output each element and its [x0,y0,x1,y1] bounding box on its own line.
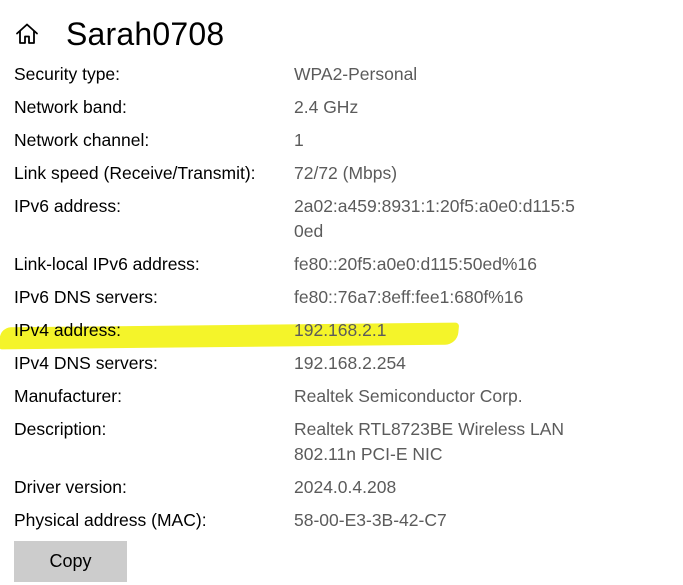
property-label: Network band: [14,97,127,117]
property-value: WPA2-Personal [294,64,418,84]
property-label: Driver version: [14,477,127,497]
property-label: Manufacturer: [14,386,122,406]
property-value: 72/72 (Mbps) [294,163,398,183]
property-value: 192.168.2.1 [294,320,387,340]
network-properties-list: Security type: WPA2-Personal Network ban… [0,62,674,541]
property-row-network-channel: Network channel: 1 [14,128,674,161]
property-label: Link speed (Receive/Transmit): [14,163,256,183]
property-value: 58-00-E3-3B-42-C7 [294,510,447,530]
property-label: Security type: [14,64,121,84]
property-row-description: Description: Realtek RTL8723BE Wireless … [14,417,674,475]
property-row-network-band: Network band: 2.4 GHz [14,95,674,128]
property-label: IPv4 address: [14,320,121,340]
property-row-ipv6-address: IPv6 address: 2a02:a459:8931:1:20f5:a0e0… [14,194,674,252]
property-row-ipv4-address: IPv4 address: 192.168.2.1 [0,318,674,351]
property-value: 2.4 GHz [294,97,359,117]
property-value: 192.168.2.254 [294,353,406,373]
property-value: Realtek Semiconductor Corp. [294,386,523,406]
property-label: IPv6 address: [14,196,121,216]
property-row-security-type: Security type: WPA2-Personal [14,62,674,95]
property-label: Link-local IPv6 address: [14,254,200,274]
property-value: 2a02:a459:8931:1:20f5:a0e0:d115:50ed [294,196,575,241]
property-value: fe80::20f5:a0e0:d115:50ed%16 [294,254,537,274]
property-label: IPv6 DNS servers: [14,287,158,307]
property-value: Realtek RTL8723BE Wireless LAN 802.11n P… [294,419,565,464]
property-row-ipv6-dns: IPv6 DNS servers: fe80::76a7:8eff:fee1:6… [14,285,674,318]
header: Sarah0708 [14,14,224,54]
property-row-manufacturer: Manufacturer: Realtek Semiconductor Corp… [14,384,674,417]
property-value: 2024.0.4.208 [294,477,397,497]
home-icon[interactable] [14,21,40,47]
property-row-driver-version: Driver version: 2024.0.4.208 [14,475,674,508]
page-title: Sarah0708 [66,16,225,52]
property-row-link-local-ipv6: Link-local IPv6 address: fe80::20f5:a0e0… [14,252,674,285]
property-value: 1 [294,130,304,150]
property-row-mac-address: Physical address (MAC): 58-00-E3-3B-42-C… [14,508,674,541]
copy-button[interactable]: Copy [14,541,127,582]
property-label: IPv4 DNS servers: [14,353,158,373]
property-label: Physical address (MAC): [14,510,207,530]
property-row-ipv4-dns: IPv4 DNS servers: 192.168.2.254 [14,351,674,384]
property-label: Description: [14,419,107,439]
property-value: fe80::76a7:8eff:fee1:680f%16 [294,287,524,307]
property-row-link-speed: Link speed (Receive/Transmit): 72/72 (Mb… [14,161,674,194]
property-label: Network channel: [14,130,150,150]
